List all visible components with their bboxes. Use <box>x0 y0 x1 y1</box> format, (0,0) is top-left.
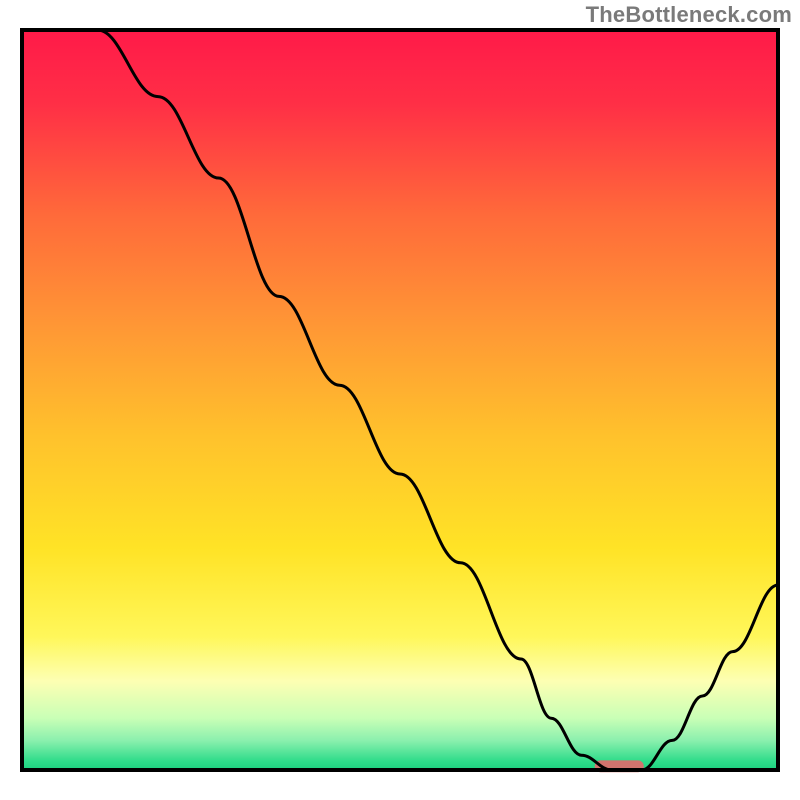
gradient-background <box>22 30 778 770</box>
bottleneck-chart <box>0 0 800 800</box>
